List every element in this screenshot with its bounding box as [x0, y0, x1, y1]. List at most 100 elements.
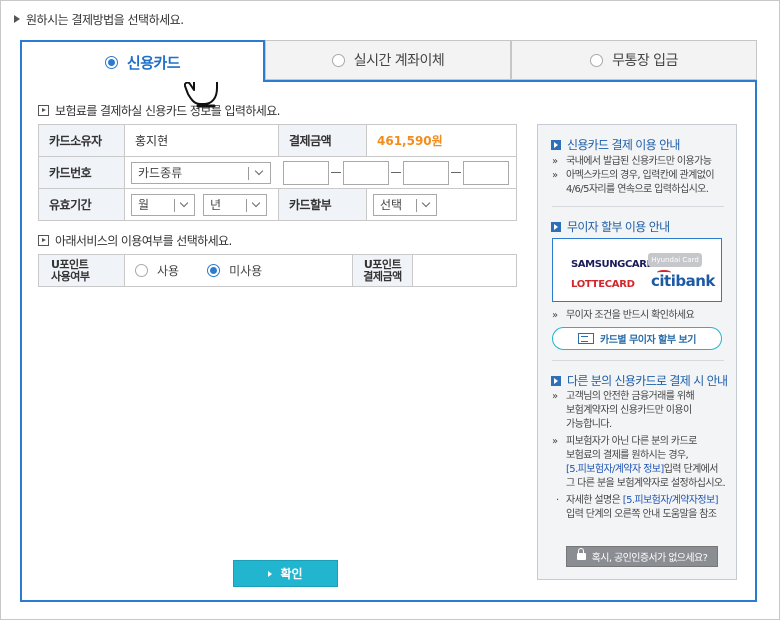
other-line-link: [5.피보험자/계약자정보]	[622, 495, 719, 506]
dash-separator	[390, 172, 401, 173]
confirm-button[interactable]: 확인	[233, 560, 338, 587]
dash-separator	[450, 172, 461, 173]
radio-icon	[135, 263, 148, 277]
upoint-label-line1: U포인트	[51, 257, 89, 271]
card-logos-box: SAMSUNGCARD Hyundai Card LOTTECARD citib…	[552, 238, 722, 302]
interest-note-row: » 무이자 조건을 반드시 확인하세요	[552, 310, 695, 321]
radio-selected-icon	[207, 263, 221, 277]
option-use[interactable]: 사용	[135, 262, 179, 279]
tab-label: 실시간 계좌이체	[353, 53, 445, 69]
interest-title-text: 무이자 할부 이용 안내	[567, 220, 670, 234]
guide-title: 신용카드 결제 이용 안내	[551, 136, 680, 153]
upoint-options-cell: 사용 미사용	[124, 254, 353, 287]
expiry-label: 유효기간	[38, 188, 125, 221]
other-card-title-text: 다른 분의 신용카드로 결제 시 안내	[567, 374, 728, 388]
year-value: 년	[210, 198, 222, 212]
payment-tabs: 신용카드 실시간 계좌이체 무통장 입금	[20, 40, 757, 82]
chevron-down-icon	[254, 166, 264, 175]
service-section-title-text: 아래서비스의 이용여부를 선택하세요.	[55, 234, 232, 248]
bullet-box-icon	[38, 105, 49, 116]
interest-free-view-label: 카드별 무이자 할부 보기	[600, 335, 696, 346]
other-card-title: 다른 분의 신용카드로 결제 시 안내	[551, 372, 728, 389]
card-type-value: 카드종류	[138, 166, 183, 180]
lotte-card-logo: LOTTECARD	[571, 279, 635, 290]
card-info-table: 카드소유자 홍지현 결제금액 461,590원 카드번호 카드종류 유효기간 월…	[38, 124, 517, 221]
upoint-amount-line2: 결제금액	[363, 269, 402, 283]
other-item: · 자세한 설명은 [5.피보험자/계약자정보] 입력 단계의 오른쪽 안내 도움말…	[556, 495, 719, 520]
lock-icon	[576, 548, 586, 560]
other-item: » 피보험자가 아닌 다른 분의 카드로 보험료의 결제를 원하시는 경우, [5.피…	[552, 436, 726, 489]
arrow-right-icon	[268, 570, 273, 577]
side-divider	[552, 360, 724, 361]
bullet-box-icon	[38, 235, 49, 246]
hyundai-card-logo: Hyundai Card	[648, 253, 702, 267]
option-nouse[interactable]: 미사용	[207, 262, 262, 279]
installment-value: 선택	[380, 198, 403, 212]
other-line: 보험계약자의 신용카드만 이용이	[566, 405, 692, 416]
other-line: 그 다른 분을 보험계약자로 설정하십시오.	[566, 478, 726, 489]
card-number-field-1[interactable]	[282, 160, 329, 185]
card-number-field-2[interactable]	[342, 160, 389, 185]
card-number-field-3[interactable]	[402, 160, 449, 185]
card-type-cell: 카드종류	[124, 156, 279, 189]
chevron-down-icon	[251, 198, 261, 207]
month-select[interactable]: 월	[131, 193, 195, 216]
guide-item-text: 아멕스카드의 경우, 입력칸에 관계없이	[566, 170, 715, 181]
radio-icon	[590, 53, 604, 67]
upoint-use-label: U포인트 사용여부	[38, 254, 125, 287]
certificate-help-button[interactable]: 혹시, 공인인증서가 없으세요?	[566, 546, 718, 567]
year-select[interactable]: 년	[203, 193, 267, 216]
guide-list: » 국내에서 발급된 신용카드만 이용가능 » 아멕스카드의 경우, 입력칸에 관계…	[552, 155, 736, 197]
other-line-link: [5.피보험자/계약자 정보]	[566, 464, 664, 475]
guide-item: » 아멕스카드의 경우, 입력칸에 관계없이 4/6/5자리를 연속으로 입력하십시…	[552, 170, 715, 195]
holder-value: 홍지현	[124, 124, 279, 157]
other-item: » 고객님의 안전한 금융거래를 위해 보험계약자의 신용카드만 이용이 가능합니다.	[552, 391, 695, 430]
select-separator	[416, 198, 417, 212]
select-separator	[246, 198, 247, 212]
bullet-square-icon	[551, 375, 561, 386]
dash-separator	[330, 172, 341, 173]
page-heading: 원하시는 결제방법을 선택하세요.	[14, 11, 184, 28]
other-line: 보험료의 결제를 원하시는 경우,	[566, 450, 689, 461]
interest-note-text: 무이자 조건을 반드시 확인하세요	[566, 310, 695, 321]
card-section-title-text: 보험료를 결제하실 신용카드 정보를 입력하세요.	[55, 104, 280, 118]
installment-label: 카드할부	[278, 188, 367, 221]
other-line: 피보험자가 아닌 다른 분의 카드로	[566, 436, 697, 447]
other-line: 가능합니다.	[566, 419, 612, 430]
other-line: 입력 단계에서	[663, 464, 719, 475]
chevron-down-icon	[421, 198, 431, 207]
tab-credit-card[interactable]: 신용카드	[20, 40, 265, 82]
expiry-cell: 월 년	[124, 188, 279, 221]
installment-select[interactable]: 선택	[373, 193, 437, 216]
card-number-field-4[interactable]	[462, 160, 509, 185]
tab-bank-deposit[interactable]: 무통장 입금	[511, 40, 757, 80]
bullet-square-icon	[551, 139, 561, 150]
tab-underline	[264, 80, 757, 82]
other-card-list: » 고객님의 안전한 금융거래를 위해 보험계약자의 신용카드만 이용이 가능합니다.…	[552, 390, 736, 522]
upoint-amount-line1: U포인트	[363, 257, 402, 271]
other-line: 자세한 설명은	[566, 495, 621, 506]
select-separator	[174, 198, 175, 212]
samsung-card-logo: SAMSUNGCARD	[571, 259, 655, 270]
guide-item-text: 4/6/5자리를 연속으로 입력하십시오.	[566, 184, 709, 195]
select-separator	[248, 166, 249, 180]
month-value: 월	[138, 198, 150, 212]
installment-cell: 선택	[366, 188, 517, 221]
option-nouse-label: 미사용	[229, 263, 263, 278]
citibank-logo: citibank	[651, 272, 715, 290]
page-heading-text: 원하시는 결제방법을 선택하세요.	[26, 13, 184, 27]
option-use-label: 사용	[157, 263, 180, 278]
guide-item: » 국내에서 발급된 신용카드만 이용가능	[552, 156, 712, 167]
side-divider	[552, 206, 724, 207]
card-type-select[interactable]: 카드종류	[131, 161, 271, 184]
upoint-amount-value	[412, 254, 517, 287]
upoint-amount-label: U포인트 결제금액	[352, 254, 413, 287]
card-number-cell	[278, 156, 517, 189]
card-section-title: 보험료를 결제하실 신용카드 정보를 입력하세요.	[38, 102, 280, 119]
certificate-help-label: 혹시, 공인인증서가 없으세요?	[591, 553, 708, 564]
tab-realtime-transfer[interactable]: 실시간 계좌이체	[265, 40, 511, 80]
amount-label: 결제금액	[278, 124, 367, 157]
radio-icon	[331, 53, 345, 67]
interest-free-view-button[interactable]: 카드별 무이자 할부 보기	[552, 327, 722, 350]
holder-label: 카드소유자	[38, 124, 125, 157]
